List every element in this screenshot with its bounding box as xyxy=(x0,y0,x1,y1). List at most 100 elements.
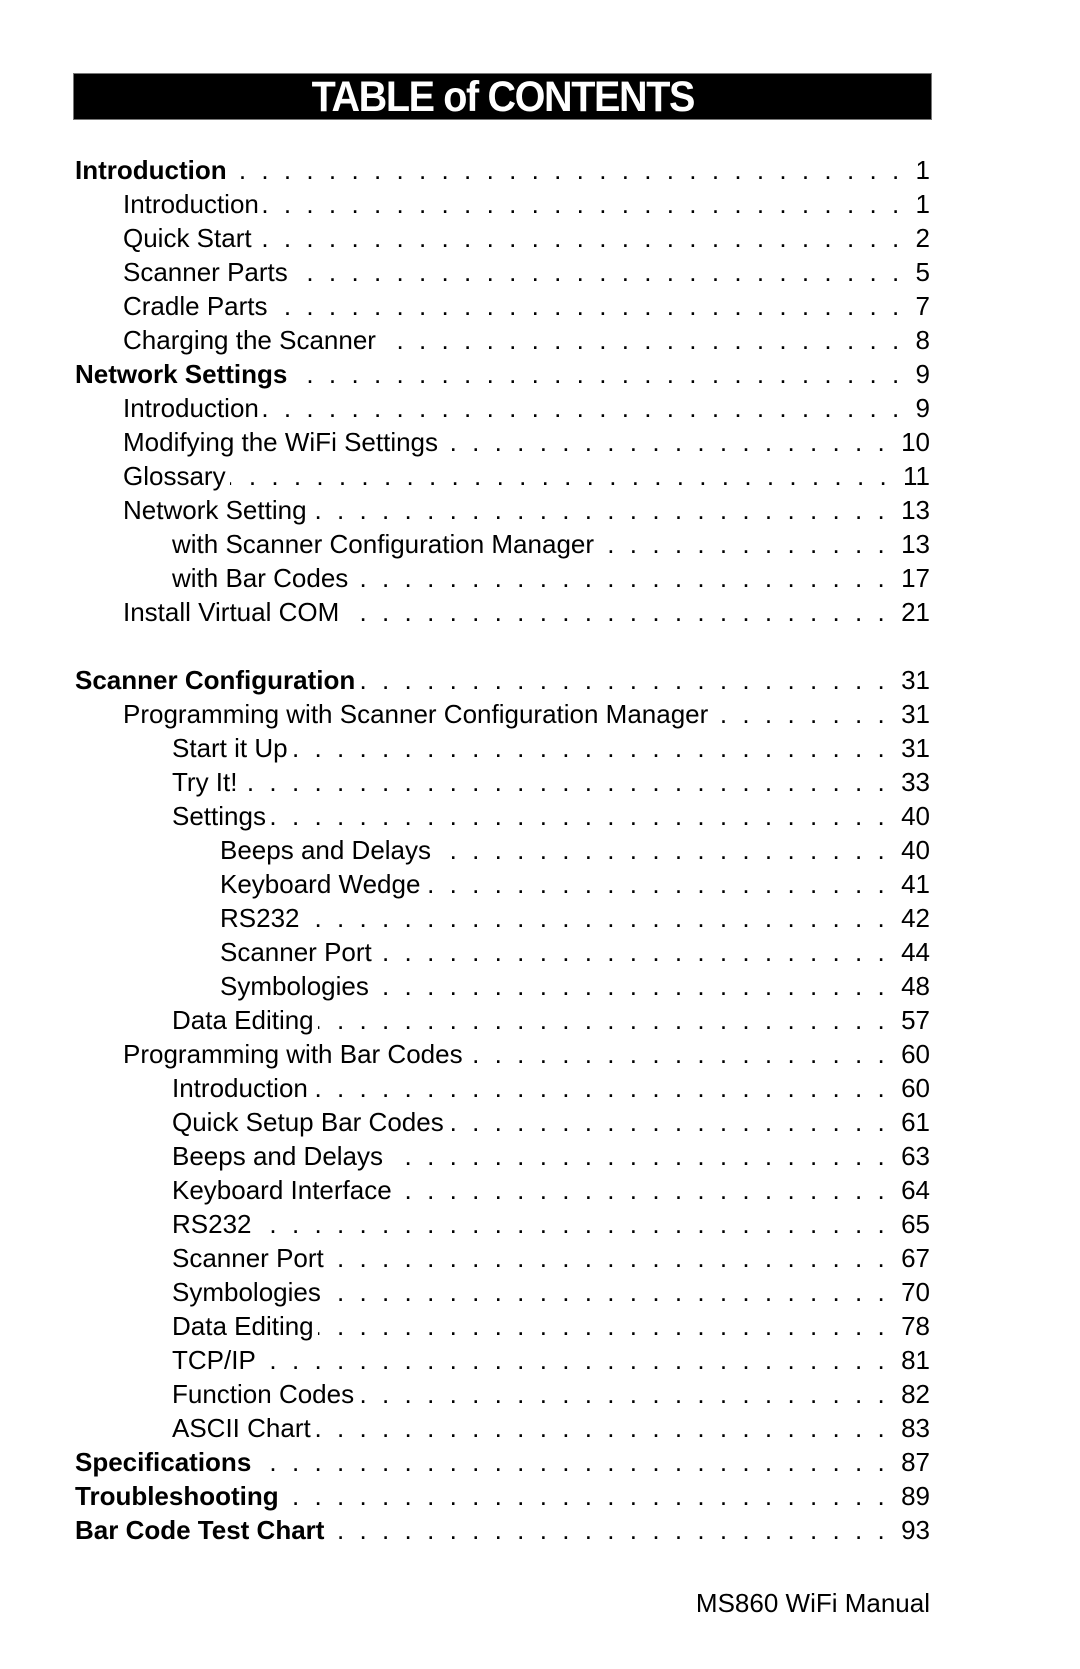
toc-entry-label: Scanner Configuration xyxy=(75,663,360,697)
dot-leader: ........................................… xyxy=(358,1379,901,1409)
dot-leader: ........................................… xyxy=(262,189,915,219)
toc-entry-page: 83 xyxy=(901,1413,930,1443)
toc-entry[interactable]: Bar Code Test Chart.....................… xyxy=(0,1513,930,1547)
toc-entry[interactable]: Data Editing............................… xyxy=(0,1309,930,1343)
toc-entry[interactable]: Scanner Port............................… xyxy=(0,935,930,969)
toc-entry-label: Keyboard Wedge xyxy=(220,867,425,901)
toc-entry[interactable]: Specifications..........................… xyxy=(0,1445,930,1479)
toc-title-bar: TABLE of CONTENTS xyxy=(73,73,932,120)
dot-leader: ........................................… xyxy=(260,1345,901,1375)
toc-entry-label: with Bar Codes xyxy=(172,561,353,595)
dot-leader: ........................................… xyxy=(291,733,901,763)
toc-entry[interactable]: Scanner Parts...........................… xyxy=(0,255,930,289)
dot-leader: ........................................… xyxy=(435,835,901,865)
toc-entry[interactable]: Start it Up.............................… xyxy=(0,731,930,765)
toc-entry[interactable]: Charging the Scanner....................… xyxy=(0,323,930,357)
toc-entry[interactable]: Install Virtual COM.....................… xyxy=(0,595,930,629)
dot-leader: ........................................… xyxy=(269,801,901,831)
dot-leader: ........................................… xyxy=(291,359,915,389)
toc-entry[interactable]: Network Settings........................… xyxy=(0,357,930,391)
toc-entry-page: 9 xyxy=(915,393,930,423)
toc-entry-page: 65 xyxy=(901,1209,930,1239)
dot-leader: ........................................… xyxy=(328,1243,901,1273)
toc-entry[interactable]: Modifying the WiFi Settings.............… xyxy=(0,425,930,459)
toc-entry-page: 40 xyxy=(901,801,930,831)
toc-entry-label: Keyboard Interface xyxy=(172,1173,396,1207)
toc-entry-page: 41 xyxy=(901,869,930,899)
dot-leader: ........................................… xyxy=(359,665,901,695)
toc-entry[interactable]: Beeps and Delays........................… xyxy=(0,833,930,867)
toc-entry-label: RS232 xyxy=(172,1207,256,1241)
toc-entry-label: Troubleshooting xyxy=(75,1479,283,1513)
toc-entry-label: Modifying the WiFi Settings xyxy=(123,425,443,459)
toc-entry[interactable]: Keyboard Wedge..........................… xyxy=(0,867,930,901)
toc-entry-label: Network Setting xyxy=(123,493,311,527)
toc-entry[interactable]: Quick Start.............................… xyxy=(0,221,930,255)
dot-leader: ........................................… xyxy=(304,903,901,933)
toc-entry-label: Beeps and Delays xyxy=(220,833,436,867)
toc-entry[interactable]: Try It!.................................… xyxy=(0,765,930,799)
toc-title: TABLE of CONTENTS xyxy=(311,73,695,121)
toc-entry-page: 2 xyxy=(915,223,930,253)
toc-entry[interactable]: Introduction............................… xyxy=(0,153,930,187)
toc-entry[interactable]: Cradle Parts............................… xyxy=(0,289,930,323)
dot-leader: ........................................… xyxy=(229,461,902,491)
toc-entry[interactable]: Function Codes..........................… xyxy=(0,1377,930,1411)
toc-entry-page: 1 xyxy=(915,189,930,219)
toc-entry-label: Try It! xyxy=(172,765,242,799)
toc-entry[interactable]: Beeps and Delays........................… xyxy=(0,1139,930,1173)
toc-entry[interactable]: Quick Setup Bar Codes...................… xyxy=(0,1105,930,1139)
dot-leader: ........................................… xyxy=(292,257,915,287)
toc-entry-page: 63 xyxy=(901,1141,930,1171)
toc-entry[interactable]: Data Editing............................… xyxy=(0,1003,930,1037)
dot-leader: ........................................… xyxy=(241,767,901,797)
toc-entry-page: 31 xyxy=(901,699,930,729)
toc-entry-label: Specifications xyxy=(75,1445,256,1479)
toc-entry-page: 31 xyxy=(901,733,930,763)
toc-entry[interactable]: Programming with Bar Codes..............… xyxy=(0,1037,930,1071)
toc-entry-label: Introduction xyxy=(123,391,263,425)
toc-entry-label: Cradle Parts xyxy=(123,289,272,323)
toc-entry[interactable]: with Bar Codes..........................… xyxy=(0,561,930,595)
toc-entry[interactable]: RS232...................................… xyxy=(0,901,930,935)
toc-entry[interactable]: Programming with Scanner Configuration M… xyxy=(0,697,930,731)
toc-entry[interactable]: Introduction............................… xyxy=(0,1071,930,1105)
toc-entry[interactable]: TCP/IP..................................… xyxy=(0,1343,930,1377)
dot-leader: ........................................… xyxy=(325,1277,901,1307)
toc-entry-label: Function Codes xyxy=(172,1377,359,1411)
toc-entry-label: Install Virtual COM xyxy=(123,595,344,629)
toc-entry-label: Data Editing xyxy=(172,1309,318,1343)
toc-entry-page: 89 xyxy=(901,1481,930,1511)
toc-entry[interactable]: RS232...................................… xyxy=(0,1207,930,1241)
toc-entry[interactable]: Symbologies.............................… xyxy=(0,1275,930,1309)
toc-entry-page: 31 xyxy=(901,665,930,695)
toc-entry-page: 5 xyxy=(915,257,930,287)
toc-entry[interactable]: Scanner Configuration...................… xyxy=(0,663,930,697)
toc-entry-page: 81 xyxy=(901,1345,930,1375)
dot-leader: ........................................… xyxy=(255,1447,901,1477)
dot-leader: ........................................… xyxy=(283,1481,901,1511)
toc-entry-page: 33 xyxy=(901,767,930,797)
toc-entry[interactable]: Symbologies.............................… xyxy=(0,969,930,1003)
toc-entry[interactable]: Keyboard Interface......................… xyxy=(0,1173,930,1207)
dot-leader: ........................................… xyxy=(396,1175,901,1205)
dot-leader: ........................................… xyxy=(343,597,901,627)
toc-entry[interactable]: ASCII Chart.............................… xyxy=(0,1411,930,1445)
toc-entry[interactable]: with Scanner Configuration Manager......… xyxy=(0,527,930,561)
toc-entry-label: Programming with Bar Codes xyxy=(123,1037,467,1071)
toc-entry-page: 1 xyxy=(915,155,930,185)
toc-entry[interactable]: Introduction............................… xyxy=(0,391,930,425)
toc-entry-page: 7 xyxy=(915,291,930,321)
toc-entry[interactable]: Troubleshooting.........................… xyxy=(0,1479,930,1513)
toc-entry-page: 57 xyxy=(901,1005,930,1035)
toc-entry[interactable]: Glossary................................… xyxy=(0,459,930,493)
toc-entry-label: Charging the Scanner xyxy=(123,323,380,357)
toc-entry-label: Beeps and Delays xyxy=(172,1139,388,1173)
toc-entry[interactable]: Scanner Port............................… xyxy=(0,1241,930,1275)
toc-entry-label: TCP/IP xyxy=(172,1343,260,1377)
toc-entry-label: RS232 xyxy=(220,901,304,935)
toc-entry-page: 64 xyxy=(901,1175,930,1205)
toc-entry[interactable]: Introduction............................… xyxy=(0,187,930,221)
toc-entry[interactable]: Network Setting.........................… xyxy=(0,493,930,527)
toc-entry[interactable]: Settings................................… xyxy=(0,799,930,833)
